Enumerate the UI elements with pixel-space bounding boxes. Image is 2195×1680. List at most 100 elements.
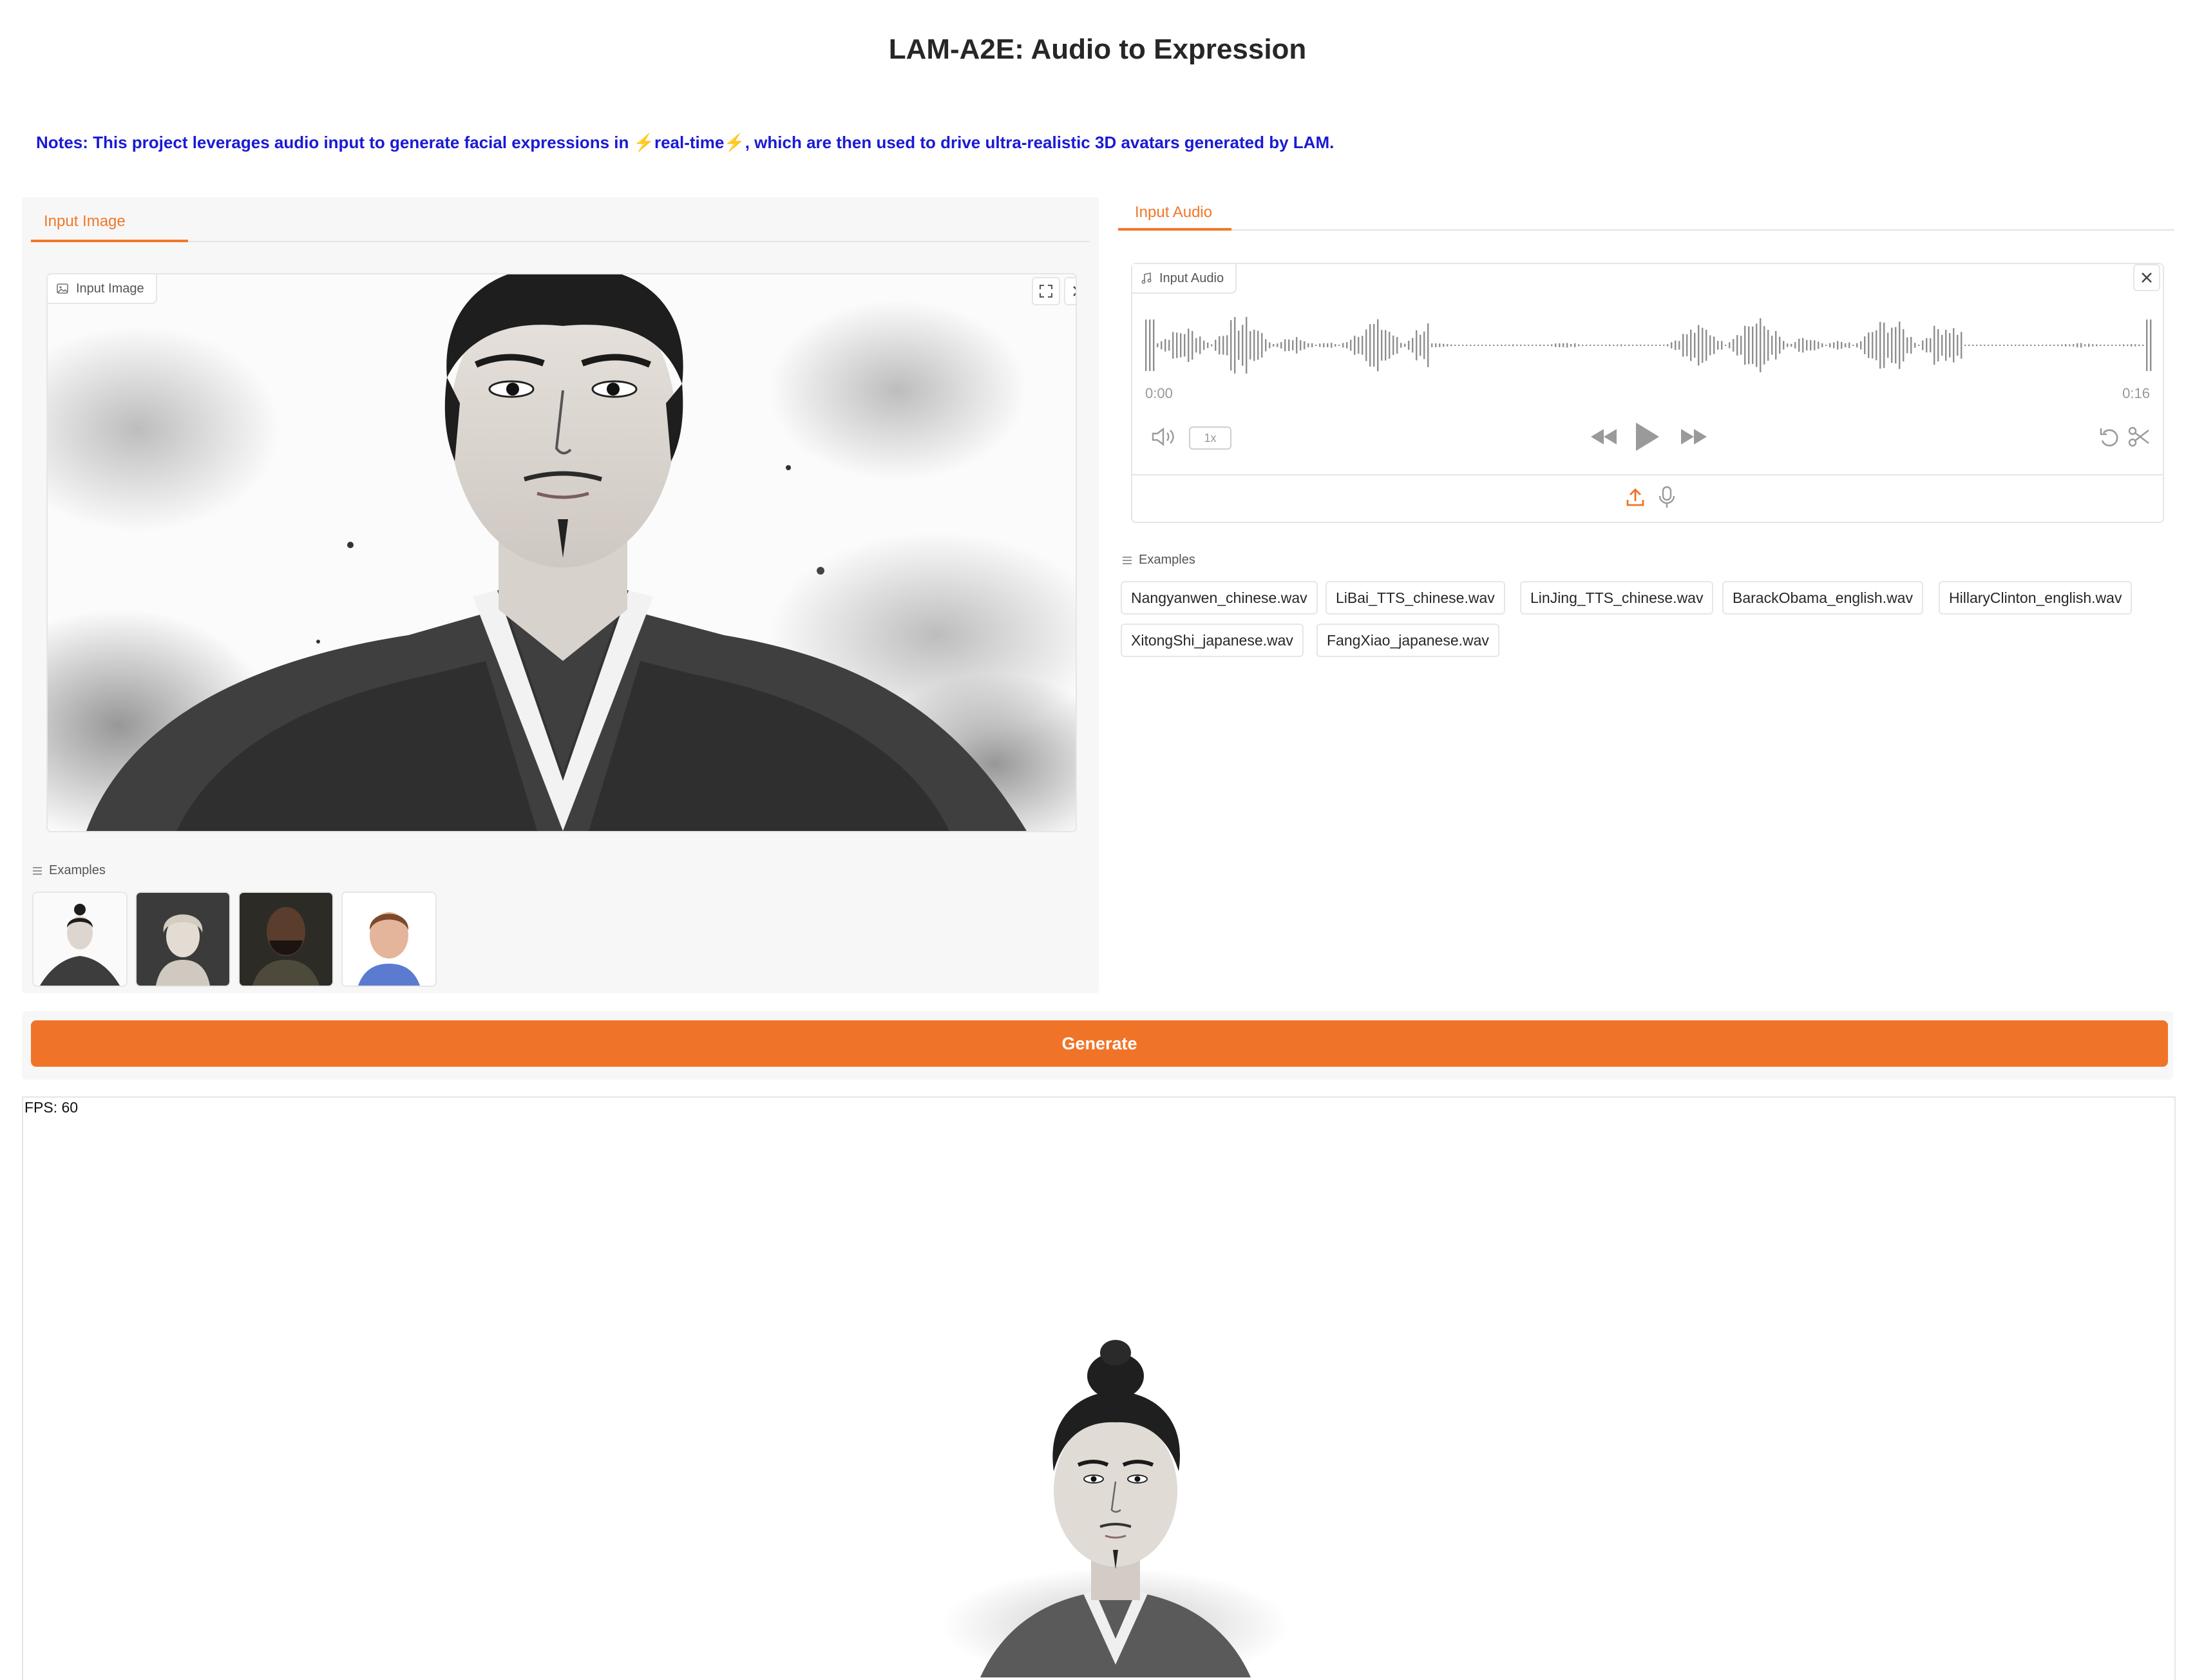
- waveform-bar: [1740, 336, 1742, 355]
- waveform-bar: [1450, 344, 1452, 347]
- waveform-bar: [1474, 345, 1476, 346]
- waveform-bar: [1961, 332, 1962, 359]
- waveform-bar: [1648, 345, 1649, 346]
- waveform-bar: [2057, 344, 2059, 347]
- waveform-bar: [1934, 325, 1935, 365]
- audio-example-chip[interactable]: HillaryClinton_english.wav: [1939, 581, 2133, 615]
- waveform-bar: [1319, 343, 1321, 347]
- audio-example-chip[interactable]: LiBai_TTS_chinese.wav: [1326, 581, 1505, 615]
- waveform-bar: [1304, 341, 1306, 350]
- waveform-bar: [1354, 336, 1356, 355]
- fast-forward-icon: [1681, 429, 1707, 444]
- trim-button[interactable]: [2128, 426, 2150, 450]
- waveform-bar: [1292, 340, 1294, 350]
- waveform-bar: [1964, 345, 1966, 346]
- example-thumb-ink-portrait[interactable]: [32, 892, 128, 987]
- waveform-bar: [1478, 345, 1479, 346]
- waveform-bar: [1242, 325, 1244, 366]
- audio-example-chip[interactable]: XitongShi_japanese.wav: [1121, 624, 1304, 657]
- waveform-bar: [1593, 345, 1595, 346]
- waveform-bar: [1335, 344, 1336, 347]
- fullscreen-button[interactable]: [1032, 277, 1060, 305]
- tab-input-image[interactable]: Input Image: [44, 213, 126, 231]
- waveform-bar: [1675, 340, 1677, 350]
- waveform-bar: [1172, 332, 1174, 359]
- waveform-bar: [1528, 345, 1530, 346]
- waveform-bar: [1176, 332, 1178, 358]
- waveform-bar: [1273, 344, 1275, 347]
- waveform-bar: [2146, 320, 2148, 371]
- avatar-render-area[interactable]: FPS: 60: [22, 1096, 2176, 1680]
- ink-portrait-thumbnail: [33, 893, 126, 986]
- waveform-bar: [1848, 342, 1850, 348]
- example-thumb-older-man[interactable]: [341, 892, 437, 987]
- waveform-bar: [1678, 341, 1680, 350]
- older-man-thumbnail: [343, 893, 435, 986]
- waveform-bar: [1535, 345, 1537, 346]
- waveform-bar: [1454, 345, 1456, 346]
- tab-input-audio[interactable]: Input Audio: [1135, 204, 1212, 222]
- waveform-bar: [2022, 344, 2024, 347]
- waveform-bar: [1265, 339, 1267, 352]
- waveform-bar: [1369, 324, 1371, 367]
- waveform-bar: [1485, 345, 1487, 346]
- audio-example-chip[interactable]: FangXiao_japanese.wav: [1316, 624, 1499, 657]
- waveform-bar: [1756, 323, 1758, 367]
- waveform-bar: [1663, 345, 1665, 346]
- waveform-bar: [1470, 345, 1472, 346]
- audio-example-chip[interactable]: BarackObama_english.wav: [1722, 581, 1923, 615]
- waveform-bar: [2134, 344, 2136, 347]
- volume-button[interactable]: [1150, 426, 1176, 450]
- waveform-bar: [1984, 345, 1986, 346]
- waveform-bar: [1563, 343, 1564, 348]
- audio-player-box: Input Audio 0:00 0:16 1x: [1131, 263, 2164, 523]
- waveform-bar: [1876, 330, 1877, 361]
- waveform-bar: [1845, 343, 1847, 348]
- image-close-button[interactable]: [1064, 277, 1076, 305]
- waveform-bar: [1327, 343, 1329, 348]
- rewind-button[interactable]: [1590, 428, 1618, 449]
- rewind-icon: [1591, 429, 1617, 444]
- audio-waveform[interactable]: [1144, 313, 2155, 377]
- waveform-bar: [1261, 332, 1263, 358]
- waveform-bar: [1161, 341, 1163, 350]
- play-button[interactable]: [1632, 421, 1660, 455]
- example-thumb-statue[interactable]: [135, 892, 231, 987]
- waveform-bar: [2065, 344, 2067, 347]
- waveform-bar: [1825, 345, 1827, 346]
- generate-button[interactable]: Generate: [31, 1020, 2168, 1067]
- time-end: 0:16: [2122, 385, 2150, 401]
- waveform-bar: [1508, 345, 1510, 346]
- waveform-bar: [1829, 343, 1831, 348]
- waveform-bar: [1199, 336, 1201, 354]
- audio-example-chip[interactable]: Nangyanwen_chinese.wav: [1121, 581, 1318, 615]
- audio-close-button[interactable]: [2133, 264, 2160, 291]
- waveform-bar: [1941, 334, 1943, 356]
- waveform-bar: [2138, 344, 2140, 347]
- bearded-man-thumbnail: [240, 893, 332, 986]
- waveform-bar: [1412, 338, 1414, 353]
- waveform-bar: [1520, 344, 1522, 347]
- waveform-bar: [2150, 320, 2152, 371]
- waveform-bar: [1195, 338, 1197, 353]
- waveform-bar: [1968, 344, 1970, 347]
- waveform-bar: [1628, 344, 1630, 347]
- waveform-bar: [2076, 343, 2078, 348]
- waveform-bar: [1493, 345, 1495, 346]
- image-box-label: Input Image: [48, 274, 157, 304]
- fast-forward-button[interactable]: [1680, 428, 1708, 449]
- waveform-bar: [2084, 344, 2086, 347]
- undo-button[interactable]: [2098, 426, 2120, 450]
- audio-example-chip[interactable]: LinJing_TTS_chinese.wav: [1520, 581, 1714, 615]
- microphone-button[interactable]: [1658, 486, 1676, 512]
- example-thumb-bearded-man[interactable]: [238, 892, 334, 987]
- image-upload-box[interactable]: Input Image: [46, 273, 1077, 832]
- playback-rate-button[interactable]: 1x: [1189, 426, 1231, 450]
- waveform-bar: [1609, 344, 1611, 347]
- upload-button[interactable]: [1626, 487, 1645, 511]
- waveform-bar: [1694, 332, 1696, 358]
- image-examples-label: Examples: [32, 863, 106, 878]
- waveform-bar: [1926, 338, 1928, 353]
- waveform-bar: [1914, 343, 1916, 348]
- waveform-bar: [1153, 320, 1155, 371]
